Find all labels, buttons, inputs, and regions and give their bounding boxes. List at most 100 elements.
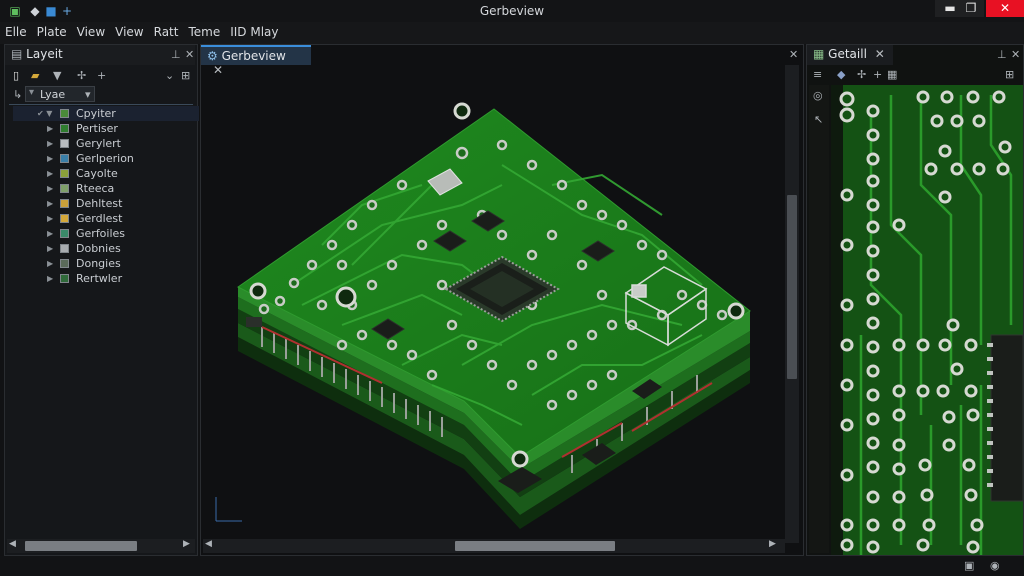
detail-pin-icon[interactable]: ⊥ [997,48,1007,61]
scroll-right-icon[interactable]: ▶ [183,539,190,549]
layer-color-swatch[interactable] [60,214,69,223]
collapsed-arrow-icon[interactable]: ▶ [47,241,53,256]
collapsed-arrow-icon[interactable]: ▶ [47,136,53,151]
collapsed-arrow-icon[interactable]: ▶ [47,256,53,271]
close-detail-tab-icon[interactable]: ✕ [875,47,885,61]
layer-color-swatch[interactable] [60,244,69,253]
expanded-arrow-icon[interactable]: ✔ ▼ [37,106,52,121]
layer-color-swatch[interactable] [60,259,69,268]
layer-label: Dongies [76,257,121,270]
v-scroll-thumb[interactable] [787,195,797,379]
gerber-view-panel: ⚙ Gerbeview ✕ ✕ ◀ ▶ [200,44,804,556]
pcb-3d-canvas[interactable] [202,65,782,535]
scroll-left-icon[interactable]: ◀ [9,539,16,549]
layer-label: Gerdlest [76,212,123,225]
layer-color-swatch[interactable] [60,124,69,133]
collapsed-arrow-icon[interactable]: ▶ [47,181,53,196]
close-button[interactable]: ✕ [986,0,1024,17]
new-file-icon[interactable]: ▯ [13,69,19,82]
layer-color-swatch[interactable] [60,154,69,163]
layer-row[interactable]: ✔ ▼ Cpyiter [13,106,199,121]
axis-gizmo [215,497,242,522]
pin-icon[interactable]: ⊥ [171,48,181,61]
layer-color-swatch[interactable] [60,109,69,118]
menu-bar: Elle Plate View View Ratt Teme IID Mlay [0,22,1024,44]
status-icon-view[interactable]: ◉ [990,559,1000,572]
layer-row[interactable]: ▶ Dobnies [13,241,199,256]
detail-icon: ▦ [813,47,825,61]
detail-toolstrip: ◎ ↖ [809,85,829,553]
menu-3d-view[interactable]: IID Mlay [225,22,283,39]
collapsed-arrow-icon[interactable]: ▶ [47,271,53,286]
menu-tools[interactable]: Teme [183,22,225,39]
detail-tab[interactable]: ▦ Getaill ✕ [807,45,893,65]
collapsed-arrow-icon[interactable]: ▶ [47,121,53,136]
collapsed-arrow-icon[interactable]: ▶ [47,196,53,211]
collapsed-arrow-icon[interactable]: ▶ [47,226,53,241]
detail-tab-label: Getaill [828,47,867,61]
layer-color-swatch[interactable] [60,199,69,208]
horizontal-scrollbar[interactable]: ◀ ▶ [7,539,195,553]
dropdown-icon[interactable]: ⌄ [165,69,174,82]
filter-icon[interactable]: ▼ [53,69,61,82]
layer-label: Gerlperion [76,152,134,165]
menu-file[interactable]: Elle [0,22,32,39]
collapsed-arrow-icon[interactable]: ▶ [47,211,53,226]
layer-row[interactable]: ▶ Pertiser [13,121,199,136]
layer-row[interactable]: ▶ Rteeca [13,181,199,196]
detail-close-icon[interactable]: ✕ [1011,48,1020,61]
gerber-icon: ⚙ [207,49,218,63]
layer-color-swatch[interactable] [60,229,69,238]
close-view-icon[interactable]: ✕ [789,48,798,61]
detail-panel: ▦ Getaill ✕ ⊥ ✕ ≡ ◆ ✢ + ▦ ⊞ ◎ ↖ [806,44,1024,572]
grid-icon[interactable]: ⊞ [181,69,190,82]
center-scroll-right-icon[interactable]: ▶ [769,539,776,549]
move-icon[interactable]: ✢ [77,69,86,82]
center-scroll-thumb[interactable] [455,541,615,551]
menu-icon[interactable]: ≡ [813,68,822,81]
close-panel-icon[interactable]: ✕ [185,48,194,61]
collapsed-arrow-icon[interactable]: ▶ [47,151,53,166]
chevron-down-icon[interactable]: ▾ [85,88,91,101]
center-scroll-left-icon[interactable]: ◀ [205,539,212,549]
layer-row[interactable]: ▶ Dehltest [13,196,199,211]
layer-color-swatch[interactable] [60,139,69,148]
maximize-button[interactable]: ❐ [958,0,984,17]
select-icon[interactable]: ↖ [814,113,823,126]
layer-color-swatch[interactable] [60,169,69,178]
menu-view[interactable]: View [72,22,110,39]
gerbeview-tab[interactable]: ⚙ Gerbeview ✕ [201,45,311,77]
pcb-detail-canvas[interactable] [831,85,1023,555]
layer-color-swatch[interactable] [60,274,69,283]
scroll-thumb[interactable] [25,541,137,551]
layer-label: Rertwler [76,272,123,285]
layer-row[interactable]: ▶ Gerylert [13,136,199,151]
layer-label: Cpyiter [76,107,116,120]
move-detail-icon[interactable]: ✢ [857,68,866,81]
vertical-scrollbar[interactable] [785,65,799,543]
menu-place[interactable]: Plate [32,22,72,39]
grid-toggle-icon[interactable]: ⊞ [1005,68,1014,81]
menu-route[interactable]: Ratt [149,22,184,39]
panel-icon: ▤ [11,47,23,61]
layer-row[interactable]: ▶ Rertwler [13,271,199,286]
layer-filter-value: Lyae [40,88,66,101]
status-icon-layout[interactable]: ▣ [964,559,974,572]
expand-icon[interactable]: + [97,69,106,82]
layers-panel: ▤ Layeit ⊥ ✕ ▯ ▰ ▼ ✢ + ⌄ ⊞ ↳ Lyae ▾ ▾ ✔ … [4,44,199,556]
plus-icon[interactable]: + [873,68,882,81]
layer-row[interactable]: ▶ Gerdlest [13,211,199,226]
layers-tab[interactable]: ▤ Layeit [5,45,195,65]
folder-icon[interactable]: ▰ [31,69,39,82]
collapsed-arrow-icon[interactable]: ▶ [47,166,53,181]
layer-row[interactable]: ▶ Dongies [13,256,199,271]
layer-row[interactable]: ▶ Gerfoiles [13,226,199,241]
zoom-icon[interactable]: ◎ [813,89,823,102]
layer-row[interactable]: ▶ Gerlperion [13,151,199,166]
center-horizontal-scrollbar[interactable]: ◀ ▶ [203,539,785,553]
layer-row[interactable]: ▶ Cayolte [13,166,199,181]
grid-detail-icon[interactable]: ▦ [887,68,897,81]
diamond-icon[interactable]: ◆ [837,68,845,81]
menu-view-2[interactable]: View [110,22,148,39]
layer-color-swatch[interactable] [60,184,69,193]
